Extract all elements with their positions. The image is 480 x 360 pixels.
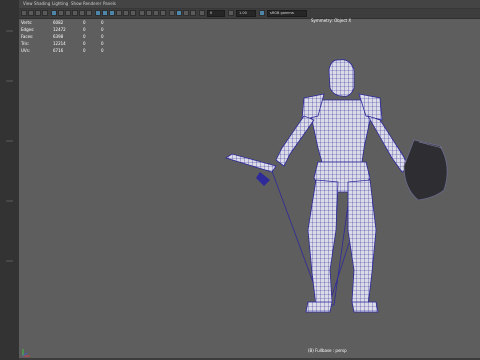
menu-show[interactable]: Show <box>71 1 82 7</box>
camera-label: (B) Fullbase : persp <box>308 348 347 353</box>
xray-active-icon[interactable] <box>190 10 196 16</box>
right-arm-mesh <box>367 115 411 173</box>
use-all-lights-icon[interactable] <box>123 10 129 16</box>
shelf-separator <box>6 30 13 32</box>
hud-label: UVs: <box>21 48 31 53</box>
shelf-separator <box>6 80 13 82</box>
grid-toggle-icon[interactable] <box>51 10 57 16</box>
shield-mesh <box>403 139 448 201</box>
hud-label: Verts: <box>21 20 33 25</box>
field-chart-icon[interactable] <box>79 10 85 16</box>
view-transform-dropdown[interactable]: sRGB gamma <box>267 10 307 17</box>
screen-space-ao-icon[interactable] <box>139 10 145 16</box>
xray-icon[interactable] <box>176 10 182 16</box>
shadows-icon[interactable] <box>130 10 136 16</box>
view-axis-icon <box>22 349 30 357</box>
sword-mesh <box>225 153 277 186</box>
resolution-gate-icon[interactable] <box>65 10 71 16</box>
select-camera-icon[interactable] <box>21 10 27 16</box>
menu-panels[interactable]: Panels <box>103 1 116 7</box>
hud-value: 0 <box>83 20 86 25</box>
wireframe-icon[interactable] <box>95 10 101 16</box>
left-arm-mesh <box>275 115 315 167</box>
hud-label: Tris: <box>21 41 30 46</box>
hud-value: 0 <box>83 48 86 53</box>
gate-mask-icon[interactable] <box>72 10 78 16</box>
multisample-aa-icon[interactable] <box>153 10 159 16</box>
hud-value: 0 <box>101 34 104 39</box>
smooth-shade-icon[interactable] <box>102 10 108 16</box>
film-gate-icon[interactable] <box>58 10 64 16</box>
safe-action-icon[interactable] <box>86 10 92 16</box>
shelf-separator <box>6 260 13 262</box>
hud-value: 12214 <box>53 41 66 46</box>
wireframe-on-shaded-icon[interactable] <box>109 10 115 16</box>
motion-blur-icon[interactable] <box>146 10 152 16</box>
exposure-icon[interactable] <box>199 10 205 16</box>
viewport-panel[interactable]: View Shading Lighting Show Renderer Pane… <box>19 0 480 360</box>
symmetry-label: Symmetry: Object X <box>311 18 352 23</box>
panel-toolbar: 0 1.00 sRGB gamma <box>19 9 480 19</box>
hud-label: Edges: <box>21 27 35 32</box>
depth-of-field-icon[interactable] <box>160 10 166 16</box>
gamma-field[interactable]: 1.00 <box>236 10 256 17</box>
left-tool-shelf <box>0 0 20 360</box>
color-management-icon[interactable] <box>259 10 265 16</box>
character-wireframe-model[interactable] <box>204 50 474 320</box>
menu-shading[interactable]: Shading <box>34 1 50 7</box>
camera-attributes-icon[interactable] <box>28 10 34 16</box>
shelf-separator <box>6 200 13 202</box>
image-plane-icon[interactable] <box>42 10 48 16</box>
left-leg-mesh <box>307 179 339 307</box>
menu-view[interactable]: View <box>23 1 33 7</box>
bookmark-icon[interactable] <box>35 10 41 16</box>
panel-menu-bar: View Shading Lighting Show Renderer Pane… <box>19 0 480 9</box>
hud-value: 0 <box>83 34 86 39</box>
right-leg-mesh <box>347 179 377 307</box>
hud-value: 0 <box>101 27 104 32</box>
xray-joints-icon[interactable] <box>183 10 189 16</box>
exposure-field[interactable]: 0 <box>207 10 225 17</box>
right-foot-mesh <box>351 301 379 313</box>
hud-value: 0 <box>101 41 104 46</box>
hud-value: 6398 <box>53 34 64 39</box>
hud-value: 0 <box>101 48 104 53</box>
hud-value: 0 <box>83 27 86 32</box>
textured-icon[interactable] <box>116 10 122 16</box>
isolate-select-icon[interactable] <box>169 10 175 16</box>
menu-lighting[interactable]: Lighting <box>52 1 68 7</box>
hud-value: 12472 <box>53 27 66 32</box>
hud-value: 0 <box>101 20 104 25</box>
hud-value: 0 <box>83 41 86 46</box>
hud-value: 6716 <box>53 48 64 53</box>
menu-renderer[interactable]: Renderer <box>83 1 101 7</box>
hud-label: Faces: <box>21 34 34 39</box>
shelf-separator <box>6 140 13 142</box>
gamma-icon[interactable] <box>228 10 234 16</box>
left-foot-mesh <box>305 301 333 313</box>
head-mesh <box>328 59 355 97</box>
hud-value: 6082 <box>53 20 64 25</box>
